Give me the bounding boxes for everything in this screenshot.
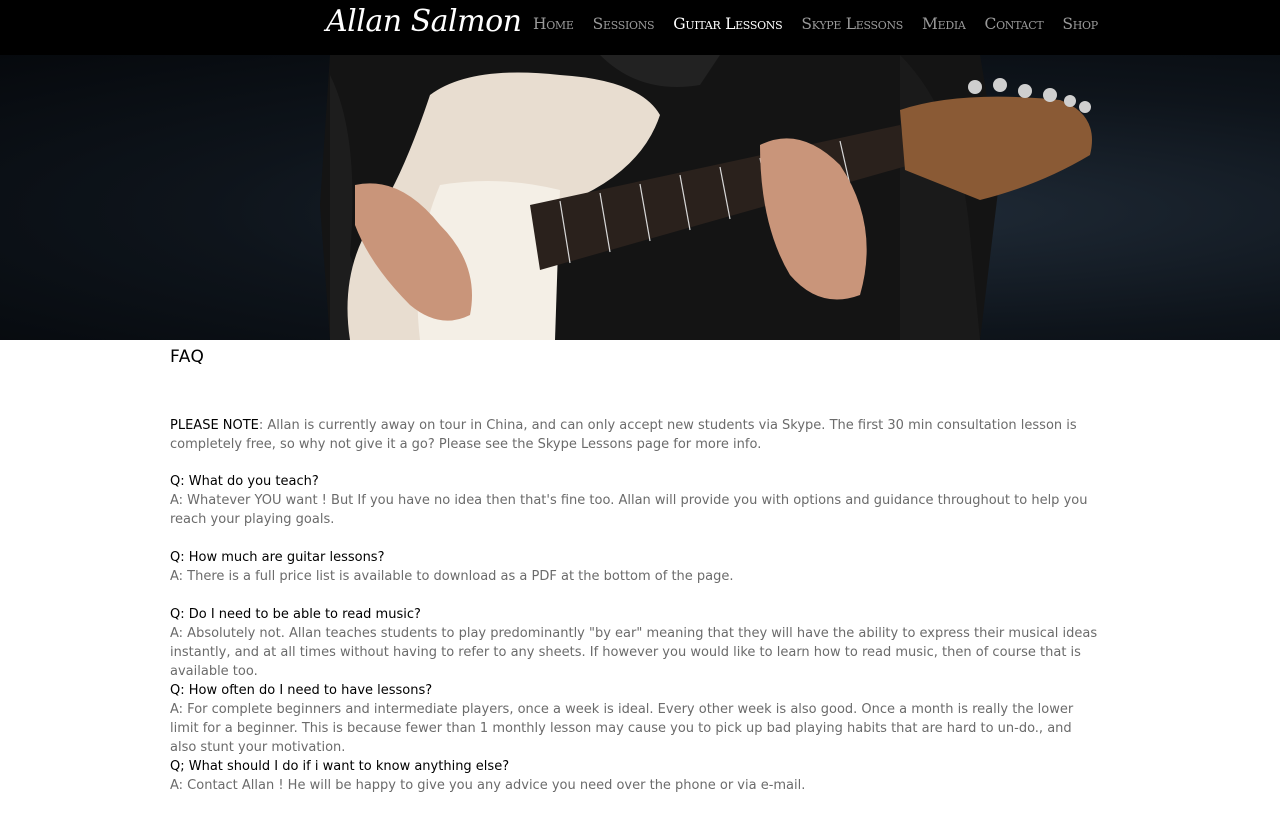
faq-question: Q; What should I do if i want to know an… bbox=[170, 759, 510, 774]
faq-item: Q; What should I do if i want to know an… bbox=[170, 757, 1100, 795]
nav-item-guitar-lessons[interactable]: Guitar Lessons bbox=[673, 14, 782, 34]
nav-item-sessions[interactable]: Sessions bbox=[593, 14, 655, 34]
hero-banner-image bbox=[0, 55, 1280, 340]
nav-item-skype-lessons[interactable]: Skype Lessons bbox=[801, 14, 903, 34]
guitarist-illustration bbox=[320, 55, 1092, 340]
nav-item-contact[interactable]: Contact bbox=[985, 14, 1044, 34]
faq-answer: A: There is a full price list is availab… bbox=[170, 569, 734, 584]
note-text: : Allan is currently away on tour in Chi… bbox=[170, 418, 1077, 452]
faq-question: Q: How much are guitar lessons? bbox=[170, 550, 385, 565]
faq-answer: A: Absolutely not. Allan teaches student… bbox=[170, 626, 1098, 679]
faq-item: Q: Do I need to be able to read music? A… bbox=[170, 605, 1100, 681]
faq-answer: A: Whatever YOU want ! But If you have n… bbox=[170, 493, 1088, 527]
site-header: Allan Salmon Home Sessions Guitar Lesson… bbox=[0, 0, 1280, 55]
faq-question: Q: Do I need to be able to read music? bbox=[170, 607, 421, 622]
page-title: FAQ bbox=[170, 347, 205, 367]
please-note-paragraph: PLEASE NOTE: Allan is currently away on … bbox=[170, 416, 1100, 454]
faq-question: Q: How often do I need to have lessons? bbox=[170, 683, 433, 698]
faq-answer: A: For complete beginners and intermedia… bbox=[170, 702, 1074, 755]
faq-item: Q: What do you teach? A: Whatever YOU wa… bbox=[170, 472, 1100, 529]
nav-item-shop[interactable]: Shop bbox=[1062, 14, 1098, 34]
note-label: PLEASE NOTE bbox=[170, 418, 259, 433]
faq-item: Q: How often do I need to have lessons? … bbox=[170, 681, 1100, 757]
faq-question: Q: What do you teach? bbox=[170, 474, 319, 489]
nav-item-home[interactable]: Home bbox=[533, 14, 574, 34]
main-nav: Home Sessions Guitar Lessons Skype Lesso… bbox=[533, 14, 1117, 34]
faq-item: Q: How much are guitar lessons? A: There… bbox=[170, 548, 1100, 586]
faq-answer: A: Contact Allan ! He will be happy to g… bbox=[170, 778, 806, 793]
site-logo[interactable]: Allan Salmon bbox=[326, 4, 522, 39]
nav-item-media[interactable]: Media bbox=[922, 14, 966, 34]
